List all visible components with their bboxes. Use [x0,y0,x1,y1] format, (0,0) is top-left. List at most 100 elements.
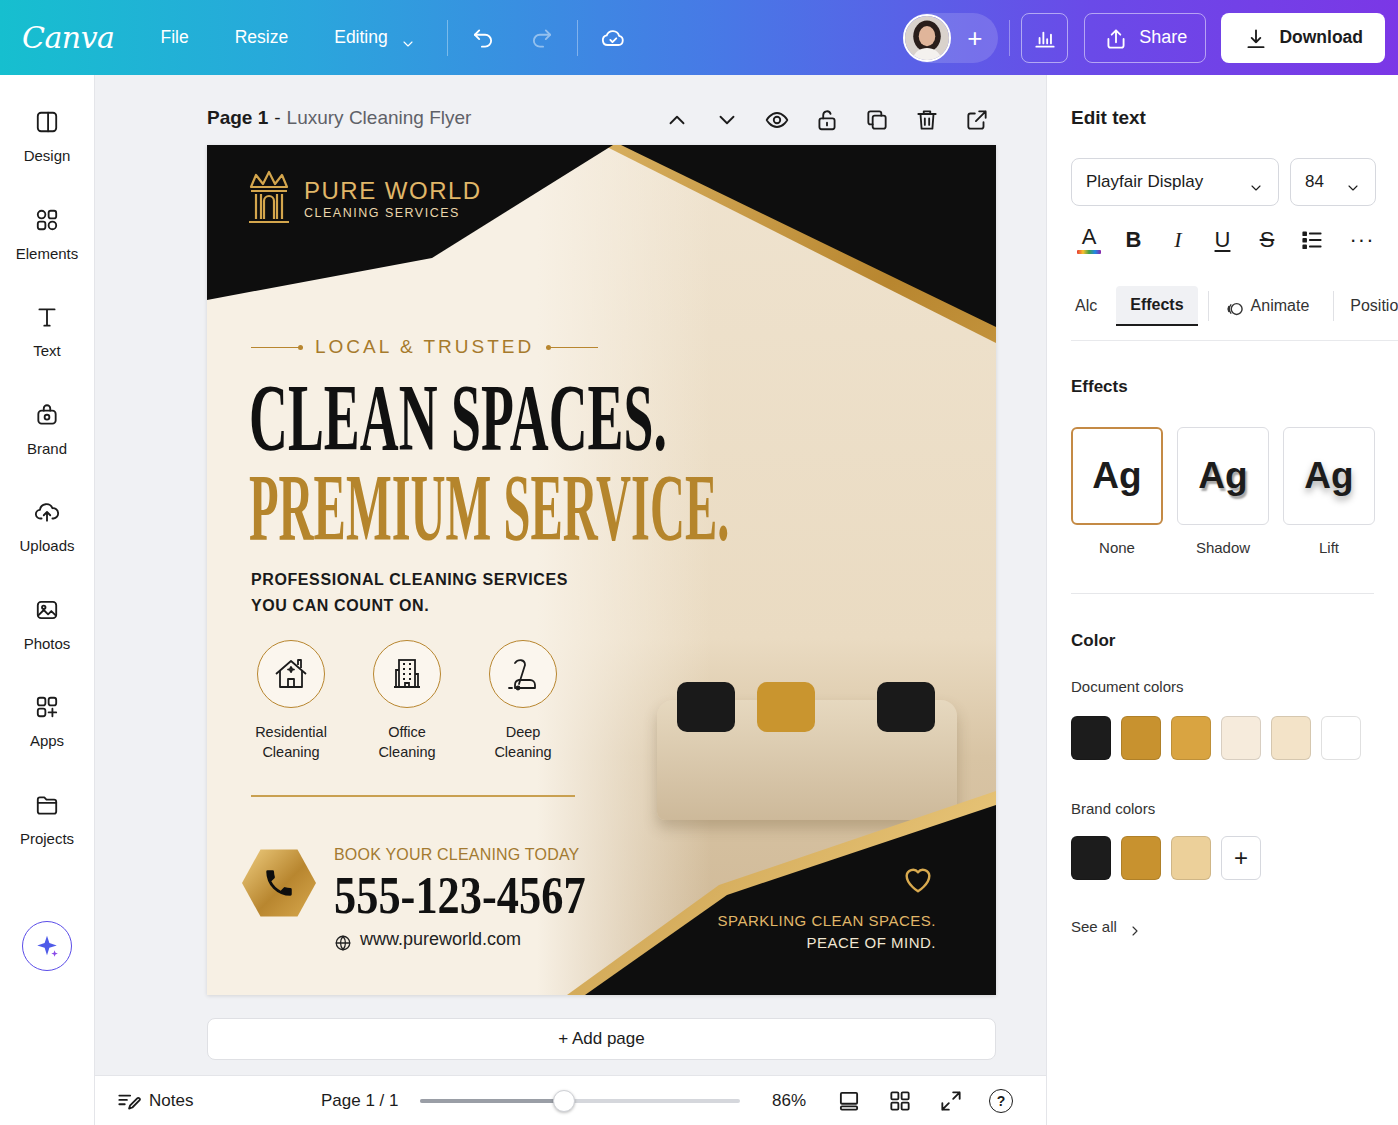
call-to-action[interactable]: BOOK YOUR CLEANING TODAY 555-123-4567 ww… [242,845,629,951]
effect-card[interactable]: Ag [1283,427,1375,525]
editor-area: Page 1 - Luxury Cleaning Flyer [95,75,1046,1125]
service-item[interactable]: DeepCleaning [465,640,581,762]
sparkle-icon [34,933,60,959]
slogan[interactable]: SPARKLING CLEAN SPACES.PEACE OF MIND. [717,910,936,954]
edit-text-panel: Edit text Playfair Display 84 ABIUS··· A… [1046,75,1398,1125]
effect-card[interactable]: Ag [1177,427,1269,525]
download-icon [1243,25,1269,51]
avatar-icon[interactable] [903,14,951,62]
panel-tab[interactable]: Alc [1071,286,1116,326]
strike-button[interactable]: S [1249,222,1285,258]
download-label: Download [1279,24,1363,50]
see-all-link[interactable]: See all [1071,916,1398,939]
color-swatch[interactable] [1071,716,1111,760]
color-swatch[interactable] [1071,836,1111,880]
bold-button[interactable]: B [1116,222,1152,258]
panel-tab[interactable]: Positio [1333,291,1398,321]
move-down-icon[interactable] [714,105,740,131]
panel-tabs: AlcEffects Animate Positio [1071,286,1398,341]
eyebrow[interactable]: LOCAL & TRUSTED [251,333,598,362]
menu-item[interactable]: File [149,16,201,58]
effects-heading: Effects [1071,376,1398,398]
brand-icon [34,402,60,428]
uploads-icon [34,499,60,525]
italic-button[interactable]: I [1160,222,1196,258]
notes-label: Notes [149,1088,193,1114]
export-icon[interactable] [964,105,990,131]
trash-icon[interactable] [914,105,940,131]
notes-button[interactable]: Notes [95,1088,321,1114]
fullscreen-icon[interactable] [938,1088,964,1114]
brand-logo[interactable]: PURE WORLD CLEANING SERVICES [245,170,482,228]
color-swatch[interactable] [1171,836,1211,880]
effect-option[interactable]: AgNone [1071,427,1163,560]
add-page-button[interactable]: + Add page [207,1018,996,1060]
insights-button[interactable] [1021,13,1068,63]
move-up-icon[interactable] [664,105,690,131]
color-swatch[interactable] [1121,836,1161,880]
color-swatch[interactable] [1221,716,1261,760]
color-swatch[interactable] [1171,716,1211,760]
add-color-button[interactable]: + [1221,836,1261,880]
save-status-button[interactable] [593,18,633,58]
effect-card[interactable]: Ag [1071,427,1163,525]
zoom-slider[interactable] [420,1099,740,1103]
magic-button[interactable] [22,921,72,971]
page-view-icon[interactable] [836,1088,862,1114]
canva-logo[interactable]: Canva [22,15,115,60]
headline[interactable]: CLEAN SPACES.PREMIUM SERVICE. [249,373,996,553]
sidebar-item[interactable]: Photos [0,575,94,673]
panel-tab[interactable]: Animate [1208,291,1324,321]
color-swatch[interactable] [1321,716,1361,760]
download-button[interactable]: Download [1221,13,1385,63]
eye-icon[interactable] [764,105,790,131]
zoom-reading[interactable]: 86% [772,1088,812,1114]
font-family-select[interactable]: Playfair Display [1071,158,1279,206]
redo-button[interactable] [522,18,562,58]
flyer-canvas[interactable]: PURE WORLD CLEANING SERVICES LOCAL & TRU… [207,145,996,995]
color-swatch[interactable] [1271,716,1311,760]
subheadline[interactable]: PROFESSIONAL CLEANING SERVICESYOU CAN CO… [251,567,568,619]
building-icon [387,654,427,694]
effect-label: Shadow [1196,537,1250,560]
sidebar-item[interactable]: Elements [0,185,94,283]
sidebar-item[interactable]: Design [0,87,94,185]
effect-sample: Ag [1198,448,1247,504]
sidebar-item[interactable]: Brand [0,380,94,478]
undo-button[interactable] [463,18,503,58]
view-tools: ? [836,1088,1013,1114]
color-button[interactable]: A [1071,222,1107,258]
underline-button[interactable]: U [1205,222,1241,258]
collaborators[interactable]: + [903,13,998,63]
sidebar-item[interactable]: Text [0,282,94,380]
menu-item[interactable]: Editing [322,16,428,58]
page-title[interactable]: Luxury Cleaning Flyer [287,104,472,133]
notes-icon [115,1088,141,1114]
service-item[interactable]: OfficeCleaning [349,640,465,762]
lock-icon[interactable] [814,105,840,131]
duplicate-icon[interactable] [864,105,890,131]
sidebar-item[interactable]: Projects [0,770,94,868]
color-swatch[interactable] [1121,716,1161,760]
grid-view-icon[interactable] [887,1088,913,1114]
cloud-check-icon [600,25,626,51]
add-collaborator[interactable]: + [967,25,982,51]
top-menu: File Resize Editing [149,16,432,58]
subheadline-line: PROFESSIONAL CLEANING SERVICES [251,567,568,593]
sidebar-item[interactable]: Apps [0,672,94,770]
more-button[interactable]: ··· [1344,222,1380,258]
share-button[interactable]: Share [1084,13,1206,63]
service-item[interactable]: ResidentialCleaning [233,640,349,762]
menu-item[interactable]: Resize [223,16,301,58]
format-label: U [1215,229,1231,251]
cta-heading: BOOK YOUR CLEANING TODAY [334,845,629,865]
zoom-thumb[interactable] [553,1090,575,1112]
panel-tab[interactable]: Effects [1116,286,1197,326]
pillow [877,682,935,732]
list-button[interactable] [1294,222,1330,258]
effect-option[interactable]: AgLift [1283,427,1375,560]
sidebar-item[interactable]: Uploads [0,477,94,575]
help-button[interactable]: ? [989,1089,1013,1113]
effect-option[interactable]: Ag Shadow [1177,427,1269,560]
font-size-select[interactable]: 84 [1290,158,1376,206]
